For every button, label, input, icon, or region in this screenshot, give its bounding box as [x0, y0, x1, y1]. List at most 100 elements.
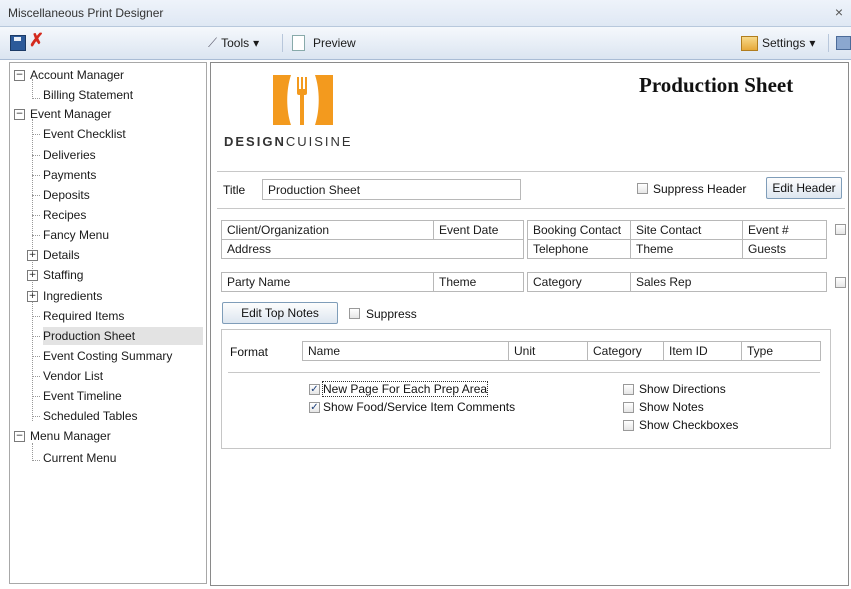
tree-item-event-costing-summary[interactable]: Event Costing Summary	[43, 347, 172, 365]
tree-line	[32, 134, 40, 135]
format-col-type[interactable]: Type	[741, 341, 821, 361]
tree-item-current-menu[interactable]: Current Menu	[43, 449, 116, 467]
tools-menu-button[interactable]: ⟋ Tools ▾	[208, 34, 259, 52]
grid-cell-party-theme[interactable]: Theme	[433, 272, 524, 292]
tree-item-label: Billing Statement	[43, 88, 134, 102]
party-grid-right: Category Sales Rep	[527, 272, 827, 292]
toolbar: ✗ ⟋ Tools ▾ Preview Settings ▾	[0, 27, 851, 60]
show-checkboxes-label: Show Checkboxes	[639, 418, 739, 432]
window-titlebar: Miscellaneous Print Designer ×	[0, 0, 851, 27]
tree-item-staffing[interactable]: + Staffing	[27, 266, 83, 284]
tree-item-label: Scheduled Tables	[43, 409, 138, 423]
minus-expander-icon[interactable]: −	[14, 108, 25, 120]
grid-cell-guests[interactable]: Guests	[742, 239, 827, 259]
tree-item-details[interactable]: + Details	[27, 246, 80, 264]
tree-item-deliveries[interactable]: Deliveries	[43, 146, 96, 164]
grid-cell-sales-rep[interactable]: Sales Rep	[630, 272, 827, 292]
show-checkboxes-checkbox[interactable]	[623, 420, 634, 431]
show-notes-label: Show Notes	[639, 400, 704, 414]
plus-expander-icon[interactable]: +	[27, 249, 38, 261]
tree-item-deposits[interactable]: Deposits	[43, 186, 90, 204]
tree-item-label: Required Items	[43, 309, 125, 323]
plus-expander-icon[interactable]: +	[27, 269, 38, 281]
tree-line	[32, 416, 40, 417]
settings-menu-button[interactable]: Settings ▾	[741, 34, 815, 52]
new-page-per-prep-area-label: New Page For Each Prep Area	[321, 381, 489, 397]
format-col-item-id[interactable]: Item ID	[663, 341, 742, 361]
tree-item-label: Current Menu	[43, 451, 117, 465]
save-icon[interactable]	[10, 35, 26, 51]
show-item-comments-checkbox[interactable]: ✓	[309, 402, 320, 413]
grid-cell-site-contact[interactable]: Site Contact	[630, 220, 743, 240]
edit-header-button[interactable]: Edit Header	[766, 177, 842, 199]
tree-item-menu-manager[interactable]: − Menu Manager	[14, 427, 111, 445]
party-row-suppress-checkbox[interactable]	[835, 277, 846, 288]
tree-item-label: Production Sheet	[43, 329, 136, 343]
info-grid-right: Booking Contact Site Contact Event # Tel…	[527, 220, 827, 259]
info-grid-suppress-checkbox[interactable]	[835, 224, 846, 235]
designer-canvas: DESIGNCUISINE Production Sheet Title Pro…	[210, 62, 849, 586]
show-directions-checkbox[interactable]	[623, 384, 634, 395]
tools-label: Tools	[221, 36, 250, 50]
grid-cell-booking-contact[interactable]: Booking Contact	[527, 220, 631, 240]
tree-item-production-sheet[interactable]: Production Sheet	[43, 327, 203, 345]
window-layout-icon[interactable]	[836, 36, 851, 50]
tree-item-label: Details	[43, 248, 80, 262]
format-columns-grid: Name Unit Category Item ID Type	[302, 341, 821, 361]
tree-item-scheduled-tables[interactable]: Scheduled Tables	[43, 407, 138, 425]
format-col-unit[interactable]: Unit	[508, 341, 588, 361]
tree-item-label: Event Timeline	[43, 389, 122, 403]
toolbar-separator	[282, 34, 283, 52]
tree-item-label: Menu Manager	[30, 429, 111, 443]
grid-cell-category[interactable]: Category	[527, 272, 631, 292]
grid-cell-telephone[interactable]: Telephone	[527, 239, 631, 259]
format-col-name[interactable]: Name	[302, 341, 509, 361]
close-icon[interactable]: ×	[835, 4, 843, 20]
grid-cell-event-number[interactable]: Event #	[742, 220, 827, 240]
tree-item-label: Event Checklist	[43, 127, 126, 141]
delete-icon[interactable]: ✗	[29, 30, 44, 51]
title-input[interactable]: Production Sheet	[262, 179, 521, 200]
toolbar-separator	[828, 34, 829, 52]
tree-item-event-manager[interactable]: − Event Manager	[14, 105, 111, 123]
tree-item-label: Vendor List	[43, 369, 104, 383]
info-grid-left: Client/Organization Event Date Address	[221, 220, 524, 259]
tree-item-event-checklist[interactable]: Event Checklist	[43, 125, 126, 143]
format-col-category[interactable]: Category	[587, 341, 664, 361]
edit-top-notes-button[interactable]: Edit Top Notes	[222, 302, 338, 324]
grid-cell-event-date[interactable]: Event Date	[433, 220, 524, 240]
tree-line	[32, 376, 40, 377]
grid-cell-party-name[interactable]: Party Name	[221, 272, 434, 292]
tools-icon: ⟋	[208, 35, 218, 50]
tree-item-label: Payments	[43, 168, 97, 182]
tree-item-fancy-menu[interactable]: Fancy Menu	[43, 226, 109, 244]
party-grid-left: Party Name Theme	[221, 272, 524, 292]
design-cuisine-logo	[273, 75, 333, 125]
plus-expander-icon[interactable]: +	[27, 290, 38, 302]
settings-icon	[741, 35, 758, 51]
new-page-per-prep-area-checkbox[interactable]: ✓	[309, 384, 320, 395]
suppress-header-checkbox[interactable]	[637, 183, 648, 194]
tree-item-billing-statement[interactable]: Billing Statement	[43, 86, 133, 104]
tree-item-ingredients[interactable]: + Ingredients	[27, 287, 102, 305]
show-directions-label: Show Directions	[639, 382, 726, 396]
tree-item-event-timeline[interactable]: Event Timeline	[43, 387, 122, 405]
show-notes-checkbox[interactable]	[623, 402, 634, 413]
grid-cell-theme[interactable]: Theme	[630, 239, 743, 259]
suppress-top-notes-checkbox[interactable]	[349, 308, 360, 319]
tree-line	[32, 215, 40, 216]
minus-expander-icon[interactable]: −	[14, 69, 25, 81]
tree-line	[32, 356, 40, 357]
tree-item-required-items[interactable]: Required Items	[43, 307, 124, 325]
divider	[217, 171, 845, 172]
navigation-tree: − Account Manager Billing Statement − Ev…	[9, 62, 207, 584]
grid-cell-address[interactable]: Address	[221, 239, 524, 259]
tree-item-payments[interactable]: Payments	[43, 166, 96, 184]
preview-label: Preview	[313, 36, 356, 50]
preview-button[interactable]: Preview	[292, 34, 356, 52]
tree-item-recipes[interactable]: Recipes	[43, 206, 86, 224]
tree-item-vendor-list[interactable]: Vendor List	[43, 367, 103, 385]
grid-cell-client[interactable]: Client/Organization	[221, 220, 434, 240]
tree-item-account-manager[interactable]: − Account Manager	[14, 66, 124, 84]
minus-expander-icon[interactable]: −	[14, 430, 25, 442]
